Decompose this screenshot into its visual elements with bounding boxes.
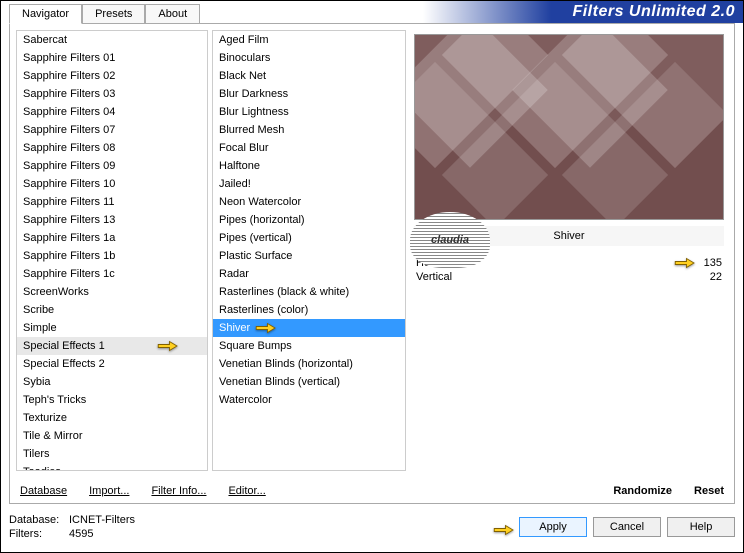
param-vertical[interactable]: Vertical 22 (414, 270, 724, 284)
filter-item[interactable]: Focal Blur (213, 139, 405, 157)
randomize-button[interactable]: Randomize (613, 485, 672, 497)
filter-item[interactable]: Venetian Blinds (horizontal) (213, 355, 405, 373)
filters-value: 4595 (69, 527, 93, 541)
category-item[interactable]: Sapphire Filters 1c (17, 265, 207, 283)
param-value: 22 (710, 271, 722, 283)
category-item[interactable]: Sapphire Filters 13 (17, 211, 207, 229)
category-item[interactable]: Sabercat (17, 31, 207, 49)
navigator-panel: SabercatSapphire Filters 01Sapphire Filt… (9, 23, 735, 504)
filter-item[interactable]: Pipes (horizontal) (213, 211, 405, 229)
category-item[interactable]: Tilers (17, 445, 207, 463)
category-item[interactable]: Toadies (17, 463, 207, 471)
param-label: Vertical (416, 271, 452, 283)
filter-item[interactable]: Neon Watercolor (213, 193, 405, 211)
filter-item[interactable]: Shiver (213, 319, 405, 337)
filter-item[interactable]: Binoculars (213, 49, 405, 67)
param-horizontal[interactable]: Horizontal 135 (414, 256, 724, 270)
tabs: Navigator Presets About (9, 4, 200, 24)
filter-item[interactable]: Jailed! (213, 175, 405, 193)
category-item[interactable]: ScreenWorks (17, 283, 207, 301)
reset-button[interactable]: Reset (694, 485, 724, 497)
filter-info-link[interactable]: Filter Info... (151, 485, 206, 497)
category-item[interactable]: Sybia (17, 373, 207, 391)
category-item[interactable]: Sapphire Filters 07 (17, 121, 207, 139)
param-value: 135 (704, 257, 722, 269)
params: Horizontal 135 Vertical 22 (414, 256, 724, 284)
category-item[interactable]: Sapphire Filters 04 (17, 103, 207, 121)
category-item[interactable]: Sapphire Filters 09 (17, 157, 207, 175)
footer: Database: ICNET-Filters Filters: 4595 Appl… (9, 508, 735, 546)
pointer-icon (253, 319, 279, 337)
filter-item[interactable]: Radar (213, 265, 405, 283)
pointer-icon (491, 521, 517, 539)
filter-item[interactable]: Pipes (vertical) (213, 229, 405, 247)
category-item[interactable]: Sapphire Filters 11 (17, 193, 207, 211)
filter-item[interactable]: Black Net (213, 67, 405, 85)
filter-item[interactable]: Blur Darkness (213, 85, 405, 103)
category-item[interactable]: Simple (17, 319, 207, 337)
category-item[interactable]: Teph's Tricks (17, 391, 207, 409)
tab-about[interactable]: About (145, 4, 200, 24)
category-item[interactable]: Special Effects 2 (17, 355, 207, 373)
current-filter-name: Shiver (553, 230, 584, 242)
preview-panel: claudia Shiver Horizontal 135 Vertical 2… (410, 30, 728, 471)
apply-button[interactable]: Apply (519, 517, 587, 537)
filter-item[interactable]: Rasterlines (color) (213, 301, 405, 319)
category-item[interactable]: Sapphire Filters 1a (17, 229, 207, 247)
param-label: Horizontal (416, 257, 466, 269)
category-item[interactable]: Special Effects 1 (17, 337, 207, 355)
help-button[interactable]: Help (667, 517, 735, 537)
footer-info: Database: ICNET-Filters Filters: 4595 (9, 513, 135, 541)
filter-item[interactable]: Blurred Mesh (213, 121, 405, 139)
filter-item[interactable]: Venetian Blinds (vertical) (213, 373, 405, 391)
category-item[interactable]: Texturize (17, 409, 207, 427)
bottom-links: Database Import... Filter Info... Editor… (20, 485, 724, 497)
category-item[interactable]: Sapphire Filters 1b (17, 247, 207, 265)
category-item[interactable]: Sapphire Filters 02 (17, 67, 207, 85)
pointer-icon (155, 337, 181, 355)
cancel-button[interactable]: Cancel (593, 517, 661, 537)
filters-label: Filters: (9, 527, 63, 541)
preview-image (414, 34, 724, 220)
filter-item[interactable]: Halftone (213, 157, 405, 175)
filter-item[interactable]: Plastic Surface (213, 247, 405, 265)
tab-navigator[interactable]: Navigator (9, 4, 82, 24)
footer-buttons: Apply Cancel Help (519, 517, 735, 537)
category-item[interactable]: Sapphire Filters 03 (17, 85, 207, 103)
filter-item[interactable]: Rasterlines (black & white) (213, 283, 405, 301)
filter-item[interactable]: Aged Film (213, 31, 405, 49)
category-item[interactable]: Sapphire Filters 08 (17, 139, 207, 157)
database-link[interactable]: Database (20, 485, 67, 497)
category-item[interactable]: Tile & Mirror (17, 427, 207, 445)
titlebar: Filters Unlimited 2.0 (423, 1, 743, 23)
category-item[interactable]: Sapphire Filters 10 (17, 175, 207, 193)
filter-name-row: claudia Shiver (414, 226, 724, 246)
db-label: Database: (9, 513, 63, 527)
tab-presets[interactable]: Presets (82, 4, 145, 24)
filter-list[interactable]: Aged FilmBinocularsBlack NetBlur Darknes… (212, 30, 406, 471)
import-link[interactable]: Import... (89, 485, 129, 497)
app-title: Filters Unlimited 2.0 (572, 3, 735, 21)
editor-link[interactable]: Editor... (228, 485, 265, 497)
filter-item[interactable]: Square Bumps (213, 337, 405, 355)
filter-item[interactable]: Watercolor (213, 391, 405, 409)
category-list[interactable]: SabercatSapphire Filters 01Sapphire Filt… (16, 30, 208, 471)
category-item[interactable]: Scribe (17, 301, 207, 319)
filter-item[interactable]: Blur Lightness (213, 103, 405, 121)
db-value: ICNET-Filters (69, 513, 135, 527)
category-item[interactable]: Sapphire Filters 01 (17, 49, 207, 67)
